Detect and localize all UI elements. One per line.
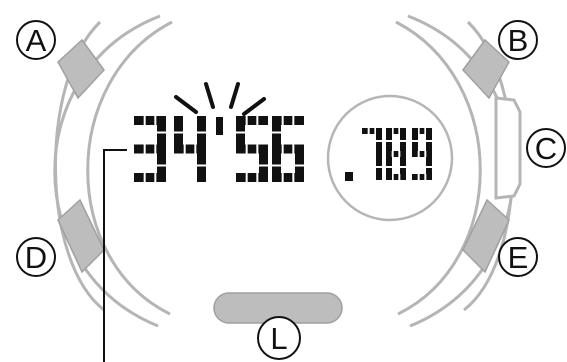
watch-diagram: A B C D E L — [0, 0, 567, 362]
watch-case — [53, 14, 515, 328]
main-digit-3-gap — [295, 164, 304, 167]
sub-digit-2-segment-g — [412, 151, 432, 157]
button-c-pusher[interactable] — [494, 96, 522, 200]
main-digit-2-gap — [245, 116, 248, 125]
sub-digit-1-segment-g — [386, 151, 406, 157]
main-digit-3-gap — [281, 144, 284, 154]
digit-separator — [216, 117, 223, 135]
main-digit-1-gap — [194, 144, 197, 154]
main-digit-2-gap — [259, 164, 268, 167]
main-digit-0-gap — [143, 144, 146, 154]
svg-text:B: B — [508, 23, 529, 58]
label-l: L — [257, 316, 301, 360]
sub-digit-2-gap — [424, 174, 427, 180]
main-digit-1-gap — [174, 131, 183, 134]
svg-text:A: A — [26, 23, 47, 58]
label-a: A — [16, 20, 56, 60]
main-digit-3-gap — [292, 173, 295, 182]
sub-decimal-point — [345, 172, 353, 181]
main-digit-2-gap — [256, 173, 259, 182]
main-digit-0-gap — [154, 144, 157, 154]
main-digit-1-gap — [183, 144, 186, 154]
main-digit-3-gap — [281, 116, 284, 125]
callout-pointer — [103, 149, 127, 362]
sub-digit-2-gap — [412, 140, 418, 142]
main-digit-2 — [236, 116, 268, 182]
svg-text:D: D — [25, 240, 47, 275]
sub-digit-2-gap — [426, 166, 432, 168]
sub-digit-0-gap — [367, 128, 370, 134]
sub-digit-1-gap — [398, 174, 401, 180]
svg-text:E: E — [508, 240, 529, 275]
sub-digit-0-gap — [376, 166, 382, 168]
sub-digit-2 — [412, 128, 432, 180]
sub-digit-1-gap — [391, 151, 394, 157]
sub-digit-1-gap — [386, 166, 392, 168]
main-digit-0-gap — [143, 173, 146, 182]
main-digit-1-gap — [197, 164, 206, 167]
main-digit-2-gap — [256, 116, 259, 125]
sub-digit-1-gap — [386, 140, 392, 142]
label-c: C — [526, 128, 566, 168]
sub-digit-1-gap — [398, 151, 401, 157]
main-digit-3-gap — [272, 164, 281, 167]
main-digit-3-gap — [281, 173, 284, 182]
main-digit-0-gap — [154, 116, 157, 125]
main-digit-0-gap — [157, 131, 166, 134]
main-digit-2-gap — [236, 131, 245, 134]
main-digit-3-gap — [292, 116, 295, 125]
sub-digit-0 — [362, 128, 382, 180]
button-d-pusher[interactable] — [57, 198, 105, 274]
main-digit-0 — [134, 116, 166, 182]
sub-digit-2-gap — [426, 140, 432, 142]
main-digit-2-gap — [256, 144, 259, 154]
label-d: D — [16, 237, 56, 277]
main-digit-1 — [174, 116, 206, 182]
main-digit-2-segment-d — [236, 173, 268, 182]
sub-digit-0-gap — [376, 140, 382, 142]
sub-digit-2-gap — [424, 151, 427, 157]
main-digit-0-gap — [143, 116, 146, 125]
main-digit-2-gap — [245, 144, 248, 154]
sub-digit-2-gap — [417, 174, 420, 180]
main-digit-1-gap — [197, 131, 206, 134]
svg-text:L: L — [270, 321, 287, 356]
sub-digit-1 — [386, 128, 406, 180]
sub-digit-2-gap — [417, 151, 420, 157]
main-digit-2-gap — [245, 173, 248, 182]
main-digit-0-segment-d — [134, 173, 166, 182]
main-digit-3 — [272, 116, 304, 182]
main-digit-0-gap — [154, 173, 157, 182]
sub-digit-1-gap — [400, 140, 406, 142]
sub-dial-digits — [362, 128, 432, 180]
sub-digit-2-segment-d — [412, 174, 432, 180]
main-digit-3-gap — [272, 131, 281, 134]
main-digit-3-gap — [292, 144, 295, 154]
svg-text:C: C — [535, 131, 557, 166]
sub-digit-1-gap — [400, 166, 406, 168]
label-b: B — [498, 20, 538, 60]
label-e: E — [498, 237, 538, 277]
main-digit-0-gap — [157, 164, 166, 167]
flash-indicator — [174, 82, 266, 116]
